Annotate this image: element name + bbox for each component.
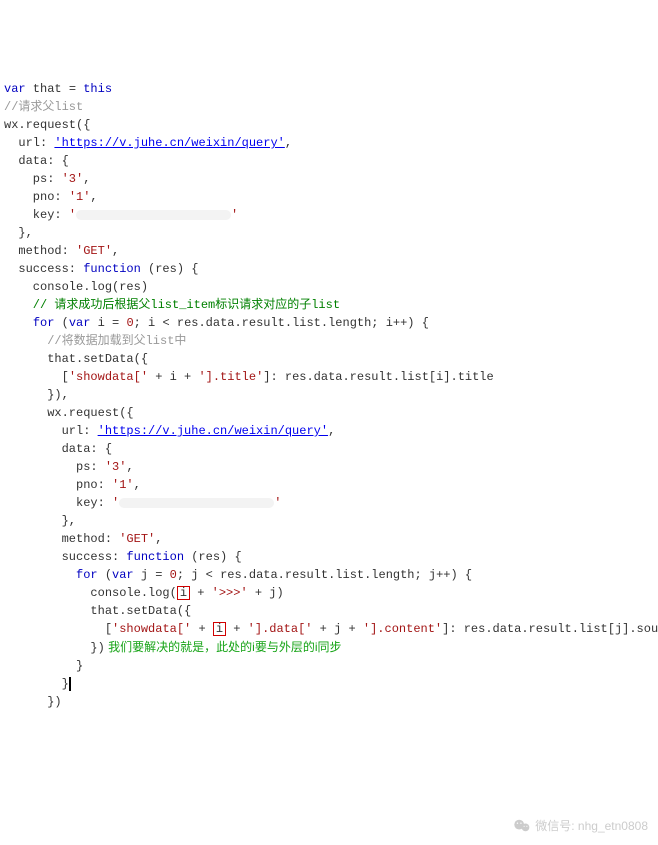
text: i = [90, 316, 126, 330]
string: 'showdata[' [112, 622, 191, 636]
keyword-var: var [4, 82, 26, 96]
text: pno: [4, 190, 69, 204]
code-line: that.setData({ [4, 352, 148, 366]
text: j = [134, 568, 170, 582]
text: , [83, 172, 90, 186]
text: + j + [312, 622, 362, 636]
string: 'GET' [76, 244, 112, 258]
text: }) [4, 641, 105, 655]
code-line: }) [4, 695, 62, 709]
code-line: data: { [4, 442, 112, 456]
text: (res) { [184, 550, 242, 564]
code-line: } [4, 677, 69, 691]
text: method: [4, 532, 119, 546]
text: + i + [148, 370, 198, 384]
code-line: wx.request({ [4, 118, 90, 132]
url-string: 'https://v.juhe.cn/weixin/query' [54, 136, 284, 150]
text: ps: [4, 460, 105, 474]
text: pno: [4, 478, 112, 492]
censored-key [76, 210, 231, 220]
text: + [191, 622, 213, 636]
text-cursor [69, 677, 71, 691]
text: , [90, 190, 97, 204]
code-line: wx.request({ [4, 406, 134, 420]
text: method: [4, 244, 76, 258]
text: , [126, 460, 133, 474]
censored-key [119, 498, 274, 508]
string: ' [69, 208, 76, 222]
text: ; i < res.data.result.list.length; i++) … [134, 316, 429, 330]
string: 'GET' [119, 532, 155, 546]
text: ; j < res.data.result.list.length; j++) … [177, 568, 472, 582]
text: ( [54, 316, 68, 330]
highlighted-variable-i: i [177, 586, 190, 600]
text: key: [4, 496, 112, 510]
string: ' [231, 208, 238, 222]
text: key: [4, 208, 69, 222]
text: console.log( [4, 586, 177, 600]
keyword-for: for [33, 316, 55, 330]
watermark: 微信号: nhg_etn0808 [513, 817, 648, 835]
string: '>>>' [212, 586, 248, 600]
string: '1' [112, 478, 134, 492]
text: + [226, 622, 248, 636]
string: '1' [69, 190, 91, 204]
text: url: [4, 424, 98, 438]
string: '3' [105, 460, 127, 474]
wechat-icon [513, 819, 531, 833]
text: , [328, 424, 335, 438]
code-line: } [4, 659, 83, 673]
number: 0 [126, 316, 133, 330]
text: , [155, 532, 162, 546]
code-line: data: { [4, 154, 69, 168]
text [4, 568, 76, 582]
text: (res) { [141, 262, 199, 276]
annotation: 我们要解决的就是，此处的i要与外层的i同步 [105, 640, 342, 654]
string: ' [112, 496, 119, 510]
text: success: [4, 262, 83, 276]
text: success: [4, 550, 126, 564]
keyword-for: for [76, 568, 98, 582]
watermark-text: 微信号: nhg_etn0808 [535, 817, 648, 835]
text: ]: res.data.result.list[j].source [442, 622, 658, 636]
url-string: 'https://v.juhe.cn/weixin/query' [98, 424, 328, 438]
code-line: console.log(res) [4, 280, 148, 294]
string: '].data[' [248, 622, 313, 636]
string: '].content' [363, 622, 442, 636]
string: '].title' [198, 370, 263, 384]
string: 'showdata[' [69, 370, 148, 384]
text: [ [4, 370, 69, 384]
code-line: }, [4, 226, 33, 240]
code-line: that.setData({ [4, 604, 191, 618]
text: url: [4, 136, 54, 150]
text: that = [26, 82, 84, 96]
comment: //将数据加载到父list中 [4, 334, 186, 348]
comment: //请求父list [4, 100, 83, 114]
text: , [112, 244, 119, 258]
text: ]: res.data.result.list[i].title [263, 370, 493, 384]
text: ( [98, 568, 112, 582]
highlighted-variable-i: i [213, 622, 226, 636]
text: ps: [4, 172, 62, 186]
keyword-var: var [69, 316, 91, 330]
text: + j) [248, 586, 284, 600]
string: ' [274, 496, 281, 510]
text: + [190, 586, 212, 600]
keyword-this: this [83, 82, 112, 96]
code-line: }, [4, 514, 76, 528]
text [4, 316, 33, 330]
comment: // 请求成功后根据父list_item标识请求对应的子list [4, 298, 340, 312]
number: 0 [170, 568, 177, 582]
code-block: var that = this //请求父list wx.request({ u… [4, 80, 654, 711]
keyword-function: function [126, 550, 184, 564]
keyword-function: function [83, 262, 141, 276]
string: '3' [62, 172, 84, 186]
text: , [285, 136, 292, 150]
keyword-var: var [112, 568, 134, 582]
code-line: }), [4, 388, 69, 402]
text: , [134, 478, 141, 492]
text: [ [4, 622, 112, 636]
